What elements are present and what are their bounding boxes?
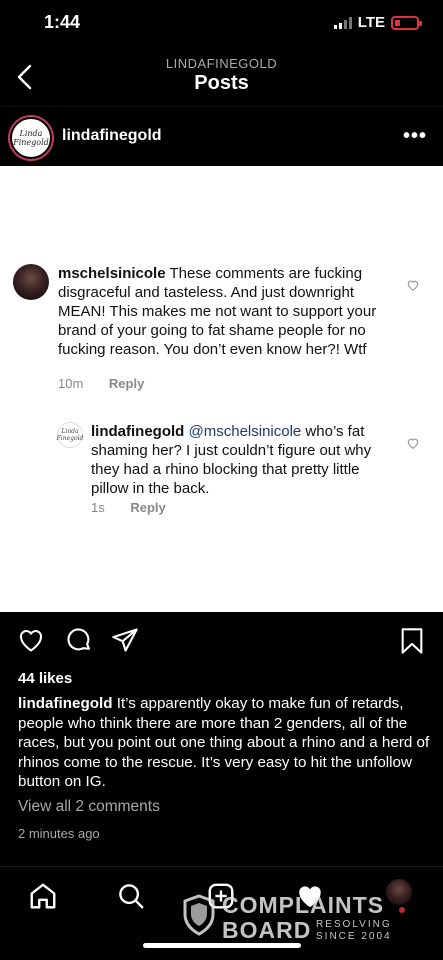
signal-icon: [333, 16, 352, 29]
battery-icon: [391, 15, 422, 30]
comment-icon[interactable]: [64, 626, 94, 654]
caption-username[interactable]: lindafinegold: [18, 695, 113, 712]
home-icon[interactable]: [28, 881, 58, 911]
network-label: LTE: [357, 14, 385, 31]
status-indicators: LTE: [333, 14, 422, 31]
avatar-logo-text: Linda Finegold: [10, 117, 52, 159]
watermark-line2: BOARD: [222, 917, 312, 943]
likes-count[interactable]: 44 likes: [18, 670, 72, 687]
comment-reply: Reply: [130, 500, 166, 515]
more-icon[interactable]: •••: [403, 125, 427, 148]
comment-time: 1s: [91, 500, 105, 515]
comment-meta: 1s Reply: [91, 500, 188, 515]
heart-icon[interactable]: [16, 626, 46, 654]
comment-mention: @mschelsinicole: [188, 423, 302, 440]
nav-subtitle: LINDAFINEGOLD: [165, 56, 278, 71]
home-indicator[interactable]: [143, 943, 301, 948]
image-comment: Linda Finegold lindafinegold @mschelsini…: [0, 166, 443, 526]
post-image[interactable]: mschelsinicole These comments are fuckin…: [0, 166, 443, 612]
post-caption: lindafinegold It’s apparently okay to ma…: [18, 694, 430, 792]
post-avatar[interactable]: Linda Finegold: [8, 115, 54, 161]
nav-header: LINDAFINEGOLD Posts: [0, 50, 443, 104]
status-time: 1:44: [44, 12, 81, 32]
page-title: Posts: [194, 72, 249, 94]
bookmark-icon[interactable]: [398, 626, 426, 656]
post-header: Linda Finegold lindafinegold •••: [0, 106, 443, 166]
watermark-tag1: RESOLVING: [316, 919, 392, 930]
search-icon[interactable]: [116, 881, 146, 911]
comment-text: lindafinegold @mschelsinicole who’s fat …: [91, 422, 391, 498]
complaintsboard-watermark: COMPLAINTS BOARD RESOLVING SINCE 2004: [182, 890, 412, 944]
view-all-comments[interactable]: View all 2 comments: [18, 798, 160, 816]
shield-icon: [183, 894, 215, 936]
heart-icon: [407, 438, 419, 449]
post-timestamp: 2 minutes ago: [18, 826, 100, 841]
share-icon[interactable]: [110, 626, 140, 654]
watermark-line1: COMPLAINTS: [222, 892, 385, 918]
status-bar: 1:44 LTE: [0, 0, 443, 48]
commenter-avatar: Linda Finegold: [57, 422, 83, 448]
watermark-tag2: SINCE 2004: [316, 931, 392, 942]
watermark-dot: [399, 907, 405, 913]
post-actions: [0, 624, 443, 660]
post-username[interactable]: lindafinegold: [62, 127, 162, 145]
comment-username: lindafinegold: [91, 423, 185, 440]
